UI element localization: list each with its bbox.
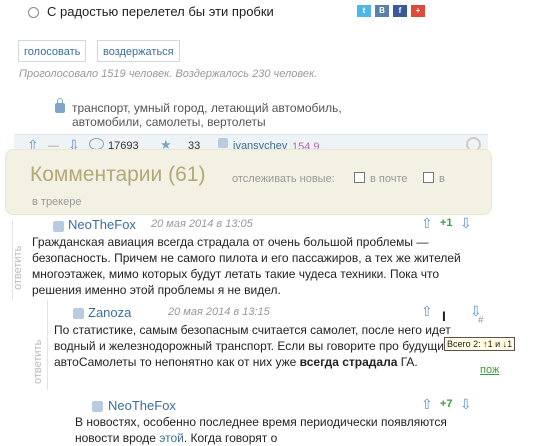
comment-vote-down-icon[interactable]: ⇩ bbox=[460, 215, 472, 231]
comment-vote-up-icon[interactable]: ⇧ bbox=[421, 303, 433, 319]
comment-vote-down-icon[interactable]: ⇩ bbox=[460, 396, 472, 412]
comment-date: 20 мая 2014 в 13:05 bbox=[151, 218, 253, 230]
comment-body: В новостях, особенно последнее время пер… bbox=[75, 415, 447, 445]
track-tracker-label: в трекере bbox=[32, 196, 82, 208]
badge-link[interactable]: пож bbox=[480, 364, 499, 376]
thread-line bbox=[47, 300, 48, 390]
comment-vote-up-icon[interactable]: ⇧ bbox=[421, 396, 433, 412]
avatar bbox=[92, 401, 103, 412]
poll-option-radio[interactable] bbox=[28, 7, 39, 18]
comment-body: По статистике, самым безопасным считаетс… bbox=[54, 323, 451, 369]
track-mail-label: в почте bbox=[370, 173, 408, 185]
comment-body: Гражданская авиация всегда страдала от о… bbox=[32, 235, 461, 297]
googleplus-icon[interactable]: + bbox=[411, 5, 425, 17]
lock-icon bbox=[55, 98, 65, 113]
vk-icon[interactable]: B bbox=[375, 5, 389, 17]
comment-author[interactable]: Zanoza bbox=[88, 305, 131, 320]
comment-author[interactable]: NeoTheFox bbox=[108, 398, 176, 413]
score-tooltip: Всего 2: ↑1 и ↓1 bbox=[444, 337, 516, 351]
track-mail-checkbox[interactable] bbox=[354, 172, 365, 183]
reply-link[interactable]: ответить bbox=[32, 340, 44, 384]
poll-stats: Проголосовало 1519 человек. Воздержалось… bbox=[19, 68, 318, 80]
reply-link[interactable]: ответить bbox=[12, 246, 24, 290]
comment-author[interactable]: NeoTheFox bbox=[68, 217, 136, 232]
comment-vote-up-icon[interactable]: ⇧ bbox=[421, 215, 433, 231]
user-icon bbox=[218, 138, 228, 148]
post-tags[interactable]: транспорт, умный город, летающий автомоб… bbox=[72, 101, 372, 129]
comment-score: +7 bbox=[440, 398, 453, 410]
vote-button[interactable]: голосовать bbox=[18, 40, 87, 62]
comments-title: Комментарии (61) bbox=[30, 163, 206, 186]
comment-score: +1 bbox=[440, 217, 453, 229]
facebook-icon[interactable]: f bbox=[393, 5, 407, 17]
avatar bbox=[53, 221, 64, 232]
avatar bbox=[73, 308, 84, 319]
track-new-label: отслеживать новые: bbox=[232, 173, 335, 185]
abstain-button[interactable]: воздержаться bbox=[97, 40, 180, 62]
track-tracker-label-part: в bbox=[439, 173, 445, 185]
poll-option-label[interactable]: С радостью перелетел бы эти пробки bbox=[47, 4, 274, 19]
comment-date: 20 мая 2014 в 13:15 bbox=[168, 306, 270, 318]
twitter-icon[interactable]: t bbox=[357, 5, 371, 17]
track-tracker-checkbox[interactable] bbox=[423, 172, 434, 183]
